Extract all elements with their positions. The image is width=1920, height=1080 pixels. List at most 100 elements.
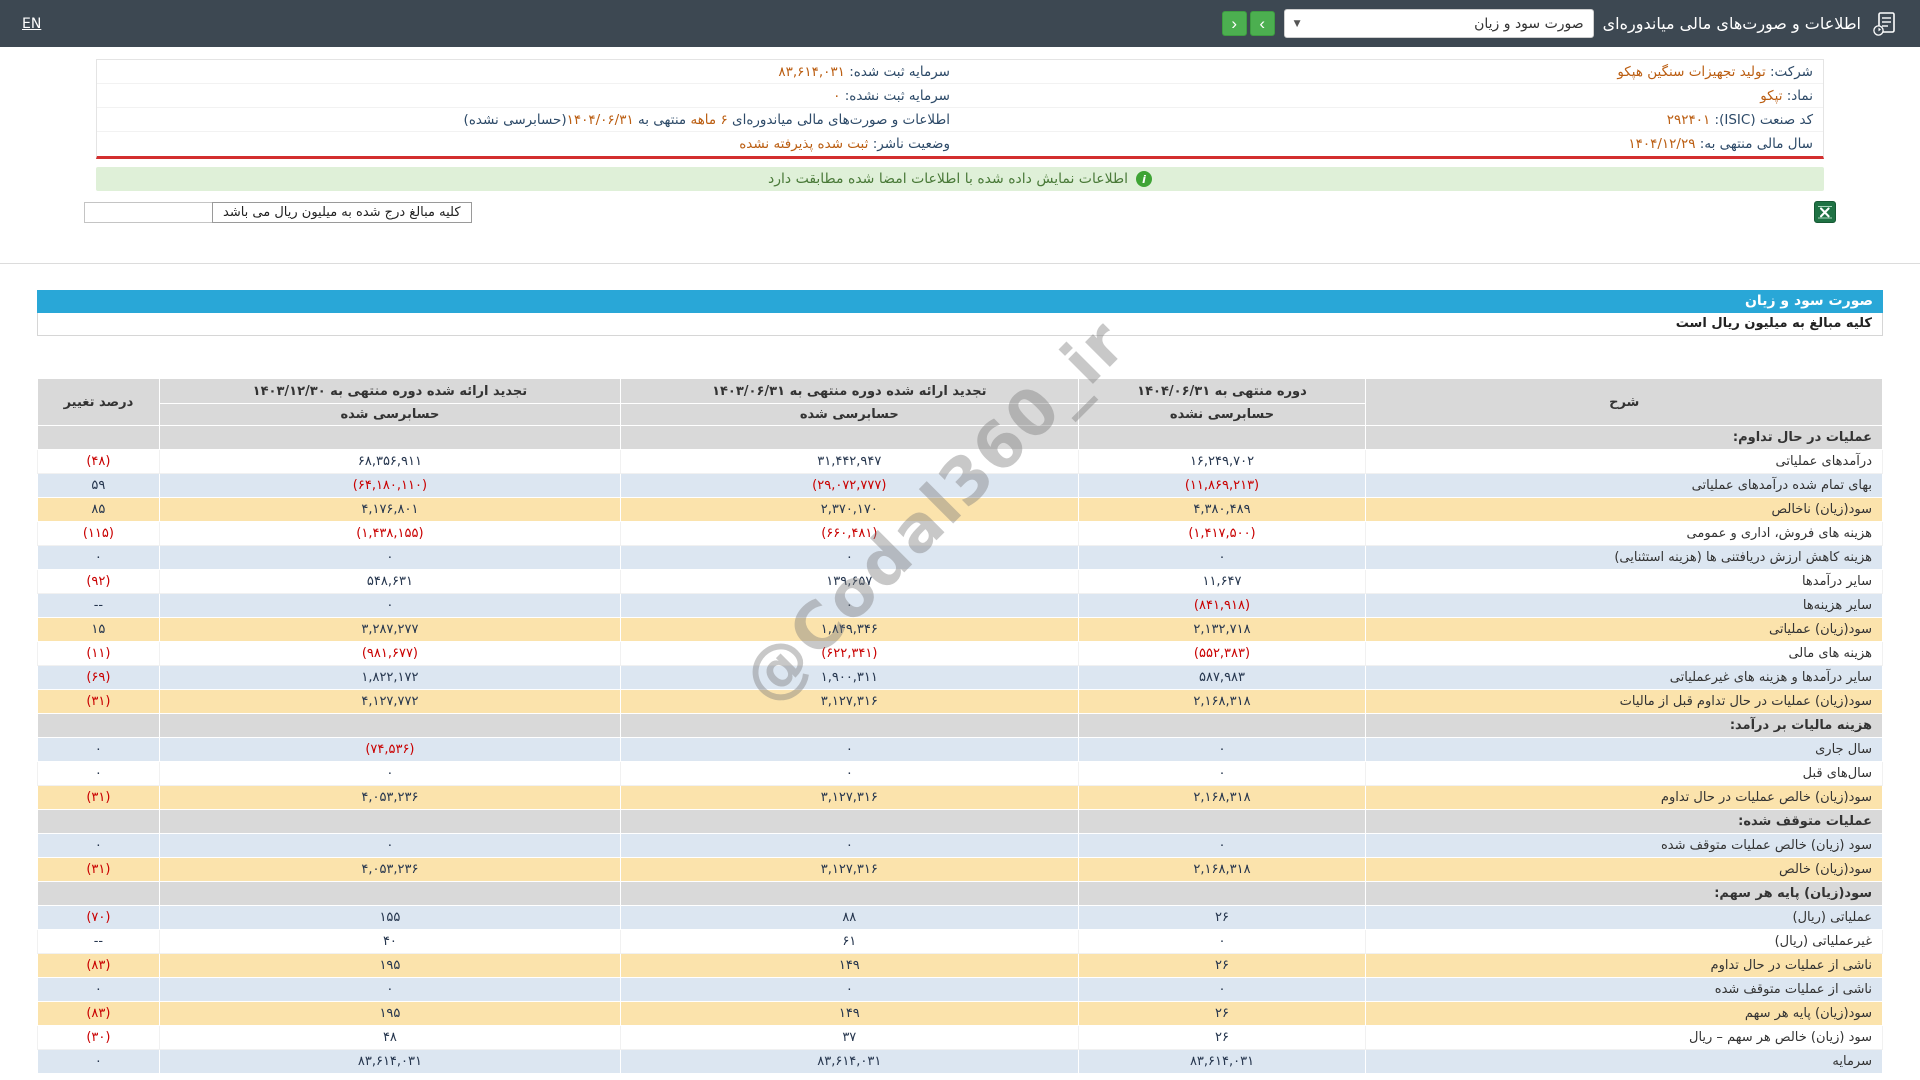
- info-label: سرمایه ثبت شده:: [849, 63, 950, 80]
- info-label: شرکت:: [1770, 63, 1813, 80]
- info-right-cell: سال مالی منتهی به: ۱۴۰۴/۱۲/۲۹: [960, 134, 1823, 154]
- statement-table-header: شرح دوره منتهی به ۱۴۰۴/۰۶/۳۱ تجدید ارائه…: [37, 378, 1883, 426]
- row-label: هزینه های فروش، اداری و عمومی: [1365, 521, 1883, 546]
- empty-cell: [620, 881, 1079, 906]
- row-change: (۴۸): [37, 449, 160, 474]
- language-toggle-en[interactable]: EN: [22, 16, 41, 32]
- info-text: ۱۴۰۴/۰۶/۳۱: [566, 111, 634, 128]
- info-left-cell: سرمایه ثبت نشده: ۰: [97, 86, 960, 106]
- table-row: درآمدهای عملیاتی ۱۶,۲۴۹,۷۰۲ ۳۱,۴۴۲,۹۴۷ ۶۸,۳…: [37, 449, 1883, 474]
- row-change: (۳۱): [37, 857, 160, 882]
- row-change: ۵۹: [37, 473, 160, 498]
- empty-cell: [620, 809, 1079, 834]
- row-label: ناشی از عملیات در حال تداوم: [1365, 953, 1883, 978]
- statement-title-bar: صورت سود و زیان: [37, 290, 1883, 313]
- excel-export-button[interactable]: [1814, 201, 1836, 223]
- row-value: ۱,۸۴۹,۳۴۶: [620, 617, 1079, 642]
- info-right-cell: شرکت: تولید تجهیزات سنگین هپکو: [960, 62, 1823, 82]
- statement-section: صورت سود و زیان کلیه مبالغ به میلیون ریا…: [37, 290, 1883, 1074]
- row-value: ۰: [158, 545, 622, 570]
- row-value: ۰: [620, 833, 1079, 858]
- row-label: سود (زیان) خالص هر سهم – ریال: [1365, 1025, 1883, 1050]
- info-value: ۲۹۲۴۰۱: [1666, 111, 1711, 128]
- row-label: سود(زیان) ناخالص: [1365, 497, 1883, 522]
- page: { "topbar": { "title": "اطلاعات و صورت\u…: [0, 0, 1920, 1080]
- row-value: ۰: [620, 545, 1079, 570]
- row-change: (۳۰): [37, 1025, 160, 1050]
- info-label: کد صنعت (ISIC):: [1714, 111, 1813, 128]
- report-icon: [1870, 11, 1898, 37]
- info-left-cell: اطلاعات و صورت‌های مالی میاندوره‌ای ۶ ما…: [97, 110, 960, 130]
- column-header-current-period: دوره منتهی به ۱۴۰۴/۰۶/۳۱: [1077, 378, 1367, 404]
- info-label: نماد:: [1786, 87, 1813, 104]
- signature-match-banner: i اطلاعات نمایش داده شده با اطلاعات امضا…: [96, 167, 1824, 191]
- row-label: سال جاری: [1365, 737, 1883, 762]
- row-value: ۱,۹۰۰,۳۱۱: [620, 665, 1079, 690]
- table-row: سال جاری ۰ ۰ (۷۴,۵۳۶) ۰: [37, 737, 1883, 762]
- row-label: سود(زیان) عملیات در حال تداوم قبل از مال…: [1365, 689, 1883, 714]
- row-label: غیرعملیاتی (ریال): [1365, 929, 1883, 954]
- report-type-select[interactable]: صورت سود و زیان ▼: [1283, 9, 1594, 38]
- row-label: سود (زیان) خالص عملیات متوقف شده: [1365, 833, 1883, 858]
- row-value: ۱۴۹: [620, 1001, 1079, 1026]
- row-change: ۱۵: [37, 617, 160, 642]
- row-value: ۰: [158, 593, 622, 618]
- nav-forward-button[interactable]: ›: [1249, 11, 1275, 36]
- banner-text: اطلاعات نمایش داده شده با اطلاعات امضا ش…: [768, 171, 1128, 187]
- row-label: سود(زیان) پایه هر سهم: [1365, 1001, 1883, 1026]
- row-value: ۱۳۹,۶۵۷: [620, 569, 1079, 594]
- table-row: سود(زیان) ناخالص ۴,۳۸۰,۴۸۹ ۲,۳۷۰,۱۷۰ ۴,۱۷۶,…: [37, 497, 1883, 522]
- row-value: ۱۹۵: [158, 1001, 622, 1026]
- unit-note-box[interactable]: کلیه مبالغ درج شده به میلیون ریال می باش…: [84, 201, 472, 223]
- row-label: عملیاتی (ریال): [1365, 905, 1883, 930]
- row-value: ۰: [620, 593, 1079, 618]
- empty-cell: [1077, 713, 1367, 738]
- chevron-right-icon: ›: [1259, 14, 1265, 33]
- table-row: عملیاتی (ریال) ۲۶ ۸۸ ۱۵۵ (۷۰): [37, 905, 1883, 930]
- empty-cell: [1077, 425, 1367, 450]
- row-value: ۲,۱۶۸,۳۱۸: [1077, 785, 1367, 810]
- audit-status-year: حسابرسی شده: [158, 403, 622, 426]
- row-value: ۱۹۵: [158, 953, 622, 978]
- audit-status-prior: حسابرسی شده: [620, 403, 1079, 426]
- report-type-selected-value: صورت سود و زیان: [1474, 15, 1584, 32]
- row-value: ۵۴۸,۶۳۱: [158, 569, 622, 594]
- company-info-panel: شرکت: تولید تجهیزات سنگین هپکو سرمایه ثبت…: [96, 59, 1824, 159]
- row-value: ۸۸: [620, 905, 1079, 930]
- row-value: ۴,۱۲۷,۷۷۲: [158, 689, 622, 714]
- chevron-left-icon: ‹: [1231, 14, 1237, 33]
- row-value: ۳,۱۲۷,۳۱۶: [620, 857, 1079, 882]
- row-value: ۵۸۷,۹۸۳: [1077, 665, 1367, 690]
- empty-cell: [1077, 809, 1367, 834]
- row-change: ۸۵: [37, 497, 160, 522]
- section-row: سود(زیان) پایه هر سهم:: [37, 881, 1883, 906]
- empty-cell: [37, 881, 160, 906]
- empty-cell: [158, 809, 622, 834]
- row-label: سود(زیان) عملیاتی: [1365, 617, 1883, 642]
- nav-back-button[interactable]: ‹: [1221, 11, 1247, 36]
- row-label: بهای تمام شده درآمدهای عملیاتی: [1365, 473, 1883, 498]
- row-change: ۰: [37, 545, 160, 570]
- table-row: سود (زیان) خالص عملیات متوقف شده ۰ ۰ ۰ ۰: [37, 833, 1883, 858]
- row-value: ۰: [158, 761, 622, 786]
- utility-row: کلیه مبالغ درج شده به میلیون ریال می باش…: [84, 201, 1836, 223]
- row-label: عملیات متوقف شده:: [1365, 809, 1883, 834]
- info-right-cell: نماد: تپکو: [960, 86, 1823, 106]
- info-value: تولید تجهیزات سنگین هپکو: [1617, 63, 1766, 80]
- table-row: سرمایه ۸۳,۶۱۴,۰۳۱ ۸۳,۶۱۴,۰۳۱ ۸۳,۶۱۴,۰۳۱ ۰: [37, 1049, 1883, 1074]
- row-value: ۴,۱۷۶,۸۰۱: [158, 497, 622, 522]
- info-value: ۰: [833, 87, 841, 104]
- row-value: ۲۶: [1077, 1001, 1367, 1026]
- empty-cell: [1077, 881, 1367, 906]
- row-value: ۱۱,۶۴۷: [1077, 569, 1367, 594]
- row-value: (۶۶۰,۴۸۱): [620, 521, 1079, 546]
- row-label: ناشی از عملیات متوقف شده: [1365, 977, 1883, 1002]
- income-statement-table: شرح دوره منتهی به ۱۴۰۴/۰۶/۳۱ تجدید ارائه…: [37, 378, 1883, 1074]
- table-row: هزینه های مالی (۵۵۲,۳۸۳) (۶۲۲,۳۴۱) (۹۸۱,۶۷۷…: [37, 641, 1883, 666]
- row-value: ۴۰: [158, 929, 622, 954]
- row-value: ۰: [1077, 929, 1367, 954]
- empty-cell: [37, 809, 160, 834]
- empty-cell: [620, 713, 1079, 738]
- table-row: سایر درآمدها ۱۱,۶۴۷ ۱۳۹,۶۵۷ ۵۴۸,۶۳۱ (۹۲): [37, 569, 1883, 594]
- info-value: ۱۴۰۴/۱۲/۲۹: [1628, 136, 1696, 152]
